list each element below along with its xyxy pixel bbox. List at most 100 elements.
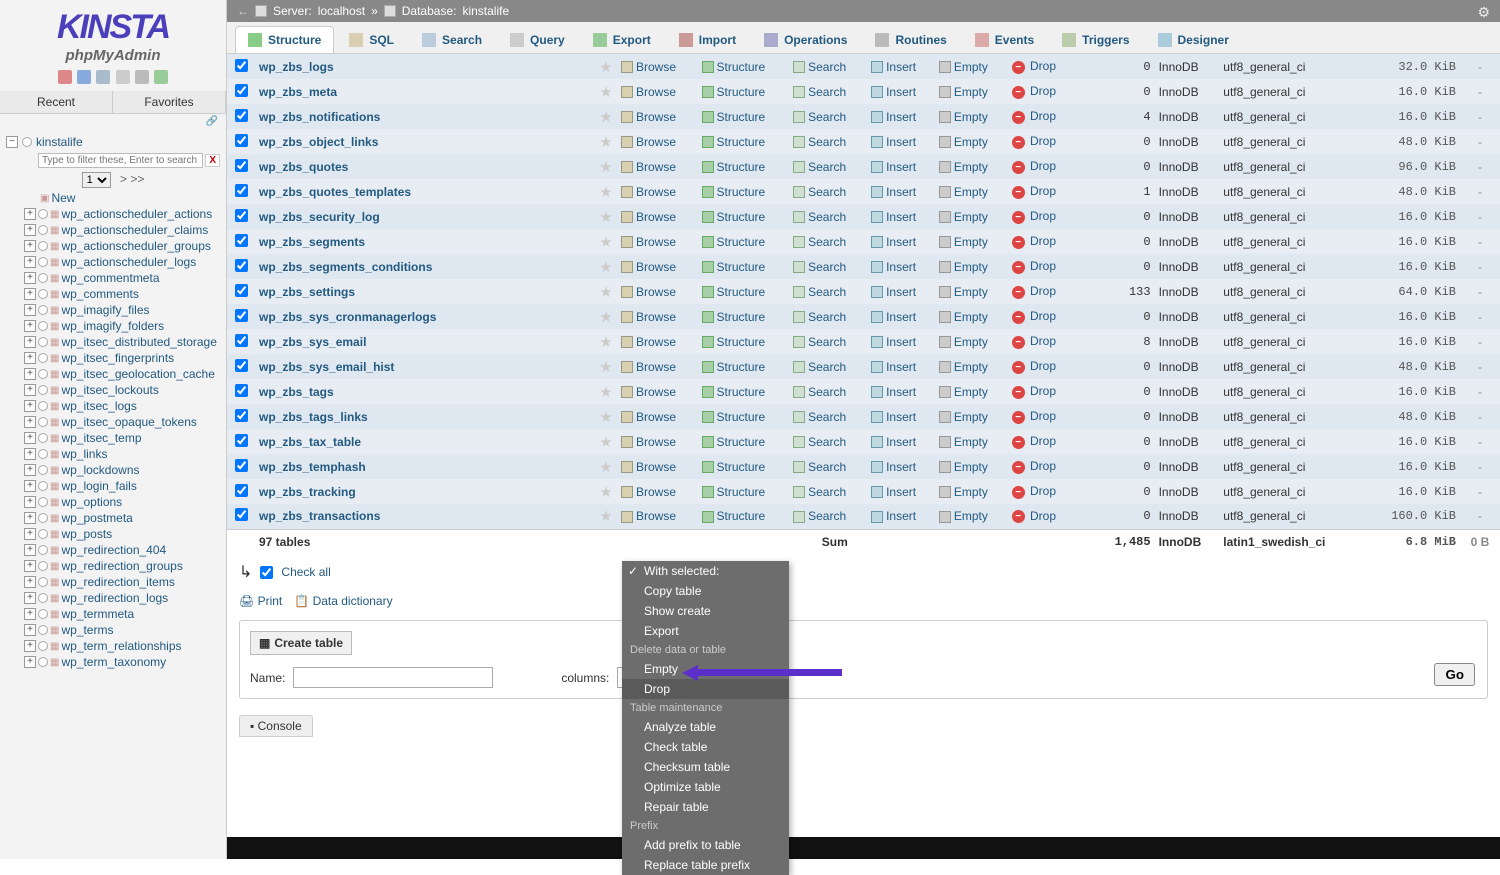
row-checkbox[interactable] <box>235 59 248 72</box>
empty-link[interactable]: Empty <box>954 260 988 274</box>
expand-icon[interactable]: + <box>24 368 36 380</box>
table-name-input[interactable] <box>293 667 493 688</box>
drop-link[interactable]: Drop <box>1030 359 1056 373</box>
tree-page-select[interactable]: 1 <box>82 172 111 188</box>
table-name-link[interactable]: wp_zbs_sys_cronmanagerlogs <box>259 310 436 324</box>
row-checkbox[interactable] <box>235 209 248 222</box>
drop-link[interactable]: Drop <box>1030 234 1056 248</box>
row-checkbox[interactable] <box>235 184 248 197</box>
tree-new-label[interactable]: New <box>51 191 75 205</box>
tree-table-item[interactable]: +▦wp_posts <box>2 526 224 542</box>
table-name-link[interactable]: wp_zbs_transactions <box>259 509 380 523</box>
browse-link[interactable]: Browse <box>636 509 676 523</box>
insert-link[interactable]: Insert <box>886 110 916 124</box>
search-link[interactable]: Search <box>808 509 846 523</box>
structure-link[interactable]: Structure <box>717 360 766 374</box>
search-link[interactable]: Search <box>808 360 846 374</box>
structure-link[interactable]: Structure <box>717 385 766 399</box>
expand-icon[interactable]: + <box>24 352 36 364</box>
row-checkbox[interactable] <box>235 484 248 497</box>
table-name-link[interactable]: wp_zbs_tags <box>259 385 334 399</box>
favorite-star-icon[interactable]: ★ <box>599 59 612 76</box>
tree-table-item[interactable]: +▦wp_lockdowns <box>2 462 224 478</box>
expand-icon[interactable]: + <box>24 608 36 620</box>
dm-add-prefix[interactable]: Add prefix to table <box>622 835 789 855</box>
expand-icon[interactable]: + <box>24 464 36 476</box>
empty-link[interactable]: Empty <box>954 509 988 523</box>
checkall-label[interactable]: Check all <box>281 565 330 579</box>
search-link[interactable]: Search <box>808 260 846 274</box>
empty-link[interactable]: Empty <box>954 285 988 299</box>
tree-table-name[interactable]: wp_itsec_lockouts <box>61 383 158 397</box>
expand-icon[interactable]: + <box>24 480 36 492</box>
insert-link[interactable]: Insert <box>886 185 916 199</box>
favorite-star-icon[interactable]: ★ <box>599 384 612 401</box>
expand-icon[interactable]: + <box>24 528 36 540</box>
insert-link[interactable]: Insert <box>886 485 916 499</box>
tree-table-name[interactable]: wp_itsec_opaque_tokens <box>61 415 196 429</box>
tree-table-item[interactable]: +▦wp_imagify_folders <box>2 318 224 334</box>
drop-link[interactable]: Drop <box>1030 109 1056 123</box>
search-link[interactable]: Search <box>808 110 846 124</box>
tree-filter-input[interactable] <box>38 153 203 168</box>
drop-link[interactable]: Drop <box>1030 384 1056 398</box>
expand-icon[interactable]: + <box>24 448 36 460</box>
table-name-link[interactable]: wp_zbs_security_log <box>259 210 380 224</box>
tree-db-root[interactable]: − kinstalife <box>2 133 224 151</box>
row-checkbox[interactable] <box>235 284 248 297</box>
drop-link[interactable]: Drop <box>1030 134 1056 148</box>
structure-link[interactable]: Structure <box>717 435 766 449</box>
browse-link[interactable]: Browse <box>636 110 676 124</box>
tree-table-item[interactable]: +▦wp_redirection_404 <box>2 542 224 558</box>
drop-link[interactable]: Drop <box>1030 84 1056 98</box>
dm-check[interactable]: Check table <box>622 737 789 757</box>
row-checkbox[interactable] <box>235 84 248 97</box>
empty-link[interactable]: Empty <box>954 110 988 124</box>
tree-table-name[interactable]: wp_options <box>61 495 122 509</box>
tree-table-item[interactable]: +▦wp_term_taxonomy <box>2 654 224 670</box>
drop-link[interactable]: Drop <box>1030 334 1056 348</box>
row-checkbox[interactable] <box>235 159 248 172</box>
tree-table-name[interactable]: wp_redirection_items <box>61 575 174 589</box>
empty-link[interactable]: Empty <box>954 410 988 424</box>
expand-icon[interactable]: + <box>24 512 36 524</box>
tree-table-item[interactable]: +▦wp_terms <box>2 622 224 638</box>
expand-icon[interactable]: + <box>24 224 36 236</box>
search-link[interactable]: Search <box>808 160 846 174</box>
reload-icon[interactable] <box>154 70 168 84</box>
structure-link[interactable]: Structure <box>717 135 766 149</box>
search-link[interactable]: Search <box>808 485 846 499</box>
table-name-link[interactable]: wp_zbs_temphash <box>259 460 366 474</box>
tree-table-name[interactable]: wp_links <box>61 447 107 461</box>
row-checkbox[interactable] <box>235 134 248 147</box>
tab-query[interactable]: Query <box>497 26 578 53</box>
tree-table-name[interactable]: wp_imagify_files <box>61 303 149 317</box>
drop-link[interactable]: Drop <box>1030 59 1056 73</box>
insert-link[interactable]: Insert <box>886 60 916 74</box>
dm-repair[interactable]: Repair table <box>622 797 789 817</box>
tab-events[interactable]: Events <box>962 26 1047 53</box>
expand-icon[interactable]: + <box>24 416 36 428</box>
expand-icon[interactable]: + <box>24 384 36 396</box>
tree-table-name[interactable]: wp_actionscheduler_actions <box>61 207 212 221</box>
insert-link[interactable]: Insert <box>886 235 916 249</box>
row-checkbox[interactable] <box>235 259 248 272</box>
tree-table-item[interactable]: +▦wp_itsec_geolocation_cache <box>2 366 224 382</box>
browse-link[interactable]: Browse <box>636 360 676 374</box>
tab-import[interactable]: Import <box>666 26 749 53</box>
drop-link[interactable]: Drop <box>1030 484 1056 498</box>
row-checkbox[interactable] <box>235 334 248 347</box>
structure-link[interactable]: Structure <box>717 335 766 349</box>
search-link[interactable]: Search <box>808 135 846 149</box>
tree-table-item[interactable]: +▦wp_itsec_opaque_tokens <box>2 414 224 430</box>
tree-table-item[interactable]: +▦wp_options <box>2 494 224 510</box>
drop-link[interactable]: Drop <box>1030 209 1056 223</box>
insert-link[interactable]: Insert <box>886 360 916 374</box>
link-icon[interactable]: 🔗 <box>0 114 226 129</box>
tab-routines[interactable]: Routines <box>862 26 959 53</box>
expand-icon[interactable]: + <box>24 432 36 444</box>
structure-link[interactable]: Structure <box>717 410 766 424</box>
tree-table-item[interactable]: +▦wp_commentmeta <box>2 270 224 286</box>
drop-link[interactable]: Drop <box>1030 509 1056 523</box>
search-link[interactable]: Search <box>808 285 846 299</box>
